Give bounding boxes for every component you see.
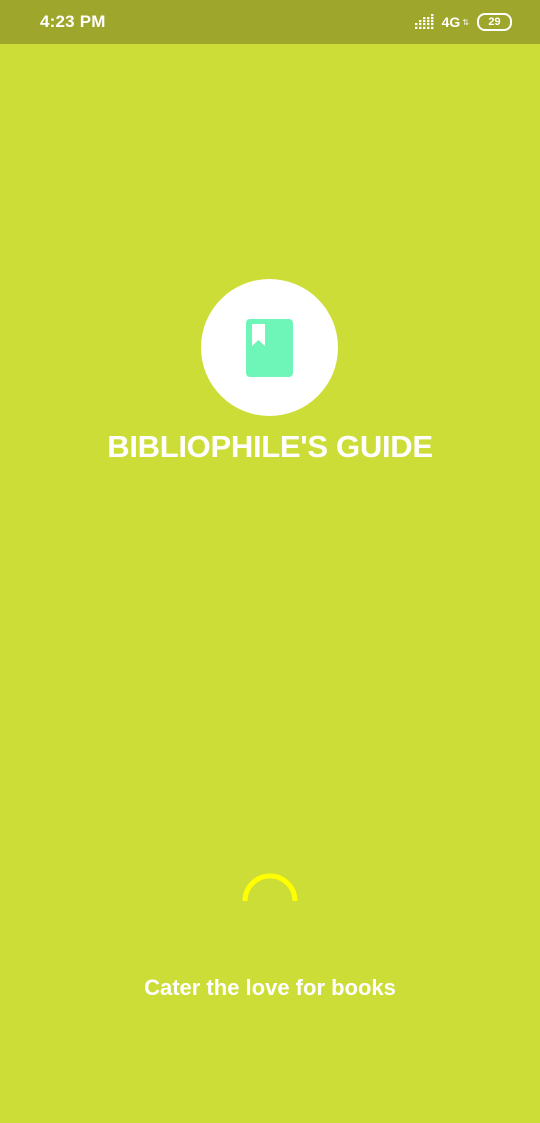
app-tagline: Cater the love for books — [144, 975, 396, 1000]
status-icons: 4G ⇅ 29 — [414, 12, 512, 32]
loading-spinner — [242, 873, 298, 902]
data-arrows-icon: ⇅ — [462, 17, 469, 27]
battery-level: 29 — [488, 15, 501, 28]
status-time: 4:23 PM — [40, 12, 106, 31]
book-bookmark-icon — [245, 318, 293, 377]
app-title: BIBLIOPHILE'S GUIDE — [107, 429, 433, 464]
network-type: 4G — [441, 14, 461, 30]
app-logo — [201, 279, 338, 416]
status-bar: 4:23 PM 4G ⇅ 29 — [0, 0, 540, 44]
signal-strength-icon — [414, 14, 434, 29]
splash-screen: 4:23 PM 4G ⇅ 29 BIBLIOPHILE'S GUIDE Cate… — [0, 0, 540, 1123]
battery-icon: 29 — [477, 13, 512, 31]
